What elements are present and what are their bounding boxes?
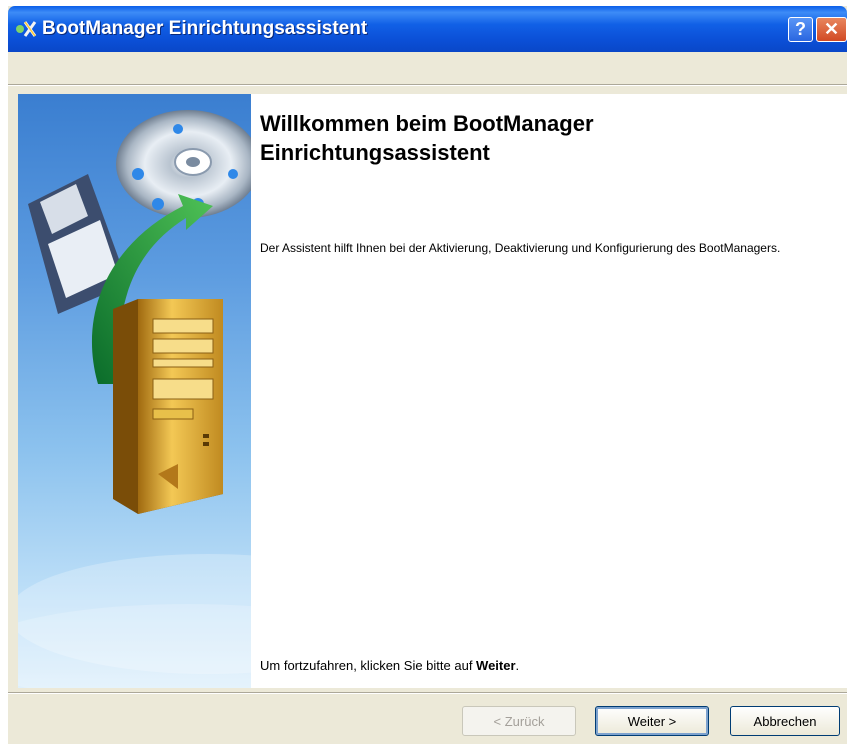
wizard-page — [18, 94, 847, 688]
continue-instruction: Um fortzufahren, klicken Sie bitte auf W… — [260, 658, 820, 673]
heading-line-1: Willkommen beim BootManager — [260, 111, 594, 136]
title-bar[interactable]: BootManager Einrichtungsassistent ? ✕ — [8, 6, 847, 52]
help-button[interactable]: ? — [788, 17, 813, 42]
cancel-button[interactable]: Abbrechen — [730, 706, 840, 736]
computer-tower-icon — [113, 299, 223, 514]
close-button[interactable]: ✕ — [816, 17, 847, 42]
help-icon: ? — [795, 19, 806, 39]
next-button[interactable]: Weiter > — [595, 706, 709, 736]
window-title: BootManager Einrichtungsassistent — [42, 18, 368, 39]
setup-wizard-window: BootManager Einrichtungsassistent ? ✕ Wi… — [8, 6, 847, 744]
continue-prefix: Um fortzufahren, klicken Sie bitte auf — [260, 658, 477, 673]
wizard-side-banner — [18, 94, 251, 688]
back-button[interactable]: < Zurück — [462, 706, 576, 736]
wizard-app-icon — [16, 21, 37, 37]
heading-line-2: Einrichtungsassistent — [260, 140, 490, 165]
continue-suffix: . — [515, 658, 520, 673]
welcome-heading: Willkommen beim BootManager Einrichtungs… — [260, 109, 820, 167]
continue-keyword: Weiter — [476, 658, 516, 673]
header-strip — [8, 52, 847, 84]
close-icon: ✕ — [823, 19, 840, 39]
intro-description: Der Assistent hilft Ihnen bei der Aktivi… — [260, 241, 781, 255]
